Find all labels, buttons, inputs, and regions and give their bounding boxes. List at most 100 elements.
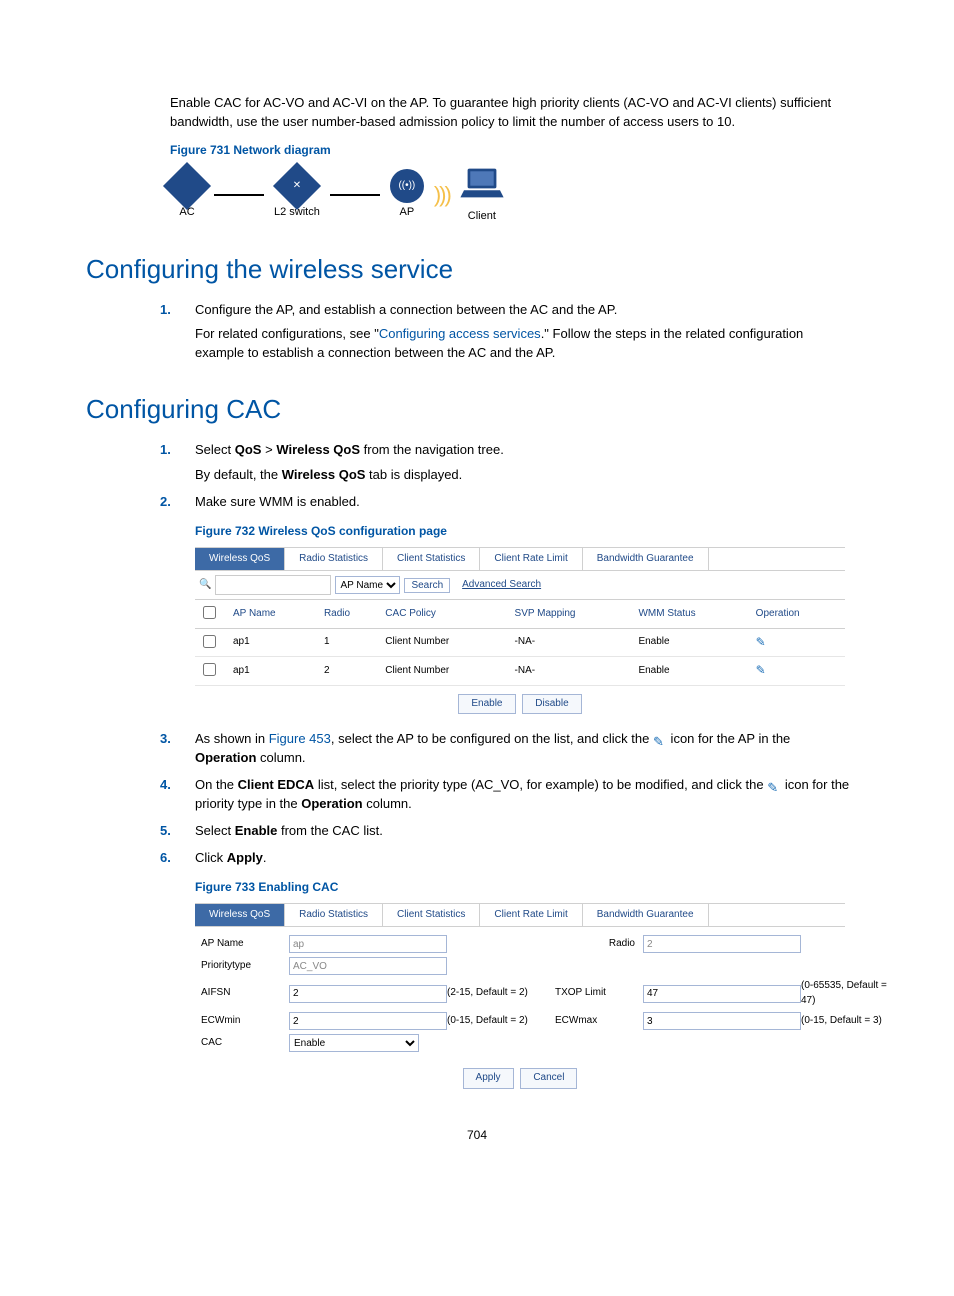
aifsn-hint: (2-15, Default = 2) (447, 986, 547, 1001)
step-number: 4. (160, 776, 171, 795)
tab-client-rate-limit[interactable]: Client Rate Limit (480, 904, 582, 927)
edit-icon: ✎ (767, 779, 781, 793)
link-configuring-access-services[interactable]: Configuring access services (379, 326, 541, 341)
step-text: Select Enable from the CAC list. (195, 823, 383, 838)
intro-paragraph: Enable CAC for AC-VO and AC-VI on the AP… (170, 94, 854, 132)
step-number: 5. (160, 822, 171, 841)
ecwmin-label: ECWmin (201, 1014, 281, 1029)
figure-733-panel: Wireless QoS Radio Statistics Client Sta… (195, 903, 845, 1097)
link-figure-453[interactable]: Figure 453 (269, 731, 331, 746)
cac-label: CAC (201, 1036, 281, 1051)
cac-step: 6.Click Apply. (195, 847, 854, 870)
tab-radio-statistics[interactable]: Radio Statistics (285, 548, 383, 571)
search-icon: 🔍 (199, 578, 211, 593)
col-cac-policy: CAC Policy (381, 600, 510, 628)
qos-table: AP Name Radio CAC Policy SVP Mapping WMM… (195, 600, 845, 686)
tab-client-statistics[interactable]: Client Statistics (383, 904, 480, 927)
step-text: Click Apply. (195, 850, 267, 865)
figure-732-panel: Wireless QoS Radio Statistics Client Sta… (195, 547, 845, 723)
aifsn-label: AIFSN (201, 986, 281, 1001)
step-text-followup: By default, the Wireless QoS tab is disp… (195, 466, 854, 485)
table-row: ap1 1 Client Number -NA- Enable ✎ (195, 628, 845, 657)
cell-wmm: Enable (634, 657, 751, 686)
search-input[interactable] (215, 575, 331, 595)
enable-button[interactable]: Enable (458, 694, 515, 715)
ecwmax-label: ECWmax (555, 1014, 635, 1029)
cell-wmm: Enable (634, 628, 751, 657)
wireless-waves-icon: ))) (434, 184, 450, 206)
ap-label: AP (400, 205, 415, 221)
table-row: ap1 2 Client Number -NA- Enable ✎ (195, 657, 845, 686)
cell-svp: -NA- (511, 628, 635, 657)
cancel-button[interactable]: Cancel (520, 1068, 577, 1089)
col-operation: Operation (752, 600, 845, 628)
tab-bandwidth-guarantee[interactable]: Bandwidth Guarantee (583, 548, 709, 571)
switch-icon (280, 169, 314, 203)
apply-button[interactable]: Apply (463, 1068, 514, 1089)
row-checkbox[interactable] (203, 635, 216, 648)
ecwmax-hint: (0-15, Default = 3) (801, 1014, 901, 1029)
section-wireless-service-title: Configuring the wireless service (86, 251, 854, 289)
step-text: Make sure WMM is enabled. (195, 494, 360, 509)
search-button[interactable]: Search (404, 578, 450, 593)
row-checkbox[interactable] (203, 663, 216, 676)
aifsn-field[interactable] (289, 985, 447, 1003)
tab-bar: Wireless QoS Radio Statistics Client Sta… (195, 548, 845, 572)
tab-wireless-qos[interactable]: Wireless QoS (195, 548, 285, 571)
step-text: As shown in Figure 453, select the AP to… (195, 731, 790, 765)
step-text-followup: For related configurations, see " (195, 326, 379, 341)
ecwmin-hint: (0-15, Default = 2) (447, 1014, 547, 1029)
txop-label: TXOP Limit (555, 986, 635, 1001)
disable-button[interactable]: Disable (522, 694, 581, 715)
link-line (330, 194, 380, 196)
step-1: 1. Configure the AP, and establish a con… (195, 299, 854, 366)
tab-client-rate-limit[interactable]: Client Rate Limit (480, 548, 582, 571)
cac-step: 4.On the Client EDCA list, select the pr… (195, 774, 854, 816)
cell-ap-name: ap1 (229, 628, 320, 657)
ap-name-label: AP Name (201, 937, 281, 952)
prioritytype-label: Prioritytype (201, 959, 281, 974)
cac-step-1: 1. Select QoS > Wireless QoS from the na… (195, 439, 854, 487)
edit-icon[interactable]: ✎ (756, 635, 766, 649)
cell-cac-policy: Client Number (381, 657, 510, 686)
cac-select[interactable]: Enable (289, 1034, 419, 1052)
ac-icon (170, 169, 204, 203)
tab-wireless-qos[interactable]: Wireless QoS (195, 904, 285, 927)
advanced-search-link[interactable]: Advanced Search (454, 578, 541, 593)
figure-733-caption: Figure 733 Enabling CAC (195, 879, 854, 896)
search-field-select[interactable]: AP Name (335, 576, 400, 594)
ap-name-field (289, 935, 447, 953)
col-svp-mapping: SVP Mapping (511, 600, 635, 628)
txop-hint: (0-65535, Default = 47) (801, 979, 901, 1008)
cell-ap-name: ap1 (229, 657, 320, 686)
ecwmin-field[interactable] (289, 1012, 447, 1030)
tab-radio-statistics[interactable]: Radio Statistics (285, 904, 383, 927)
link-line (214, 194, 264, 196)
tab-bandwidth-guarantee[interactable]: Bandwidth Guarantee (583, 904, 709, 927)
page-number: 704 (100, 1127, 854, 1144)
edit-icon[interactable]: ✎ (756, 663, 766, 677)
ap-icon: ((•)) (390, 169, 424, 203)
figure-731-caption: Figure 731 Network diagram (170, 142, 854, 159)
cell-cac-policy: Client Number (381, 628, 510, 657)
figure-732-caption: Figure 732 Wireless QoS configuration pa… (195, 523, 854, 540)
ecwmax-field[interactable] (643, 1012, 801, 1030)
step-number: 3. (160, 730, 171, 749)
step-text: On the Client EDCA list, select the prio… (195, 777, 849, 811)
tab-client-statistics[interactable]: Client Statistics (383, 548, 480, 571)
step-text: Configure the AP, and establish a connec… (195, 302, 617, 317)
cac-step: 3.As shown in Figure 453, select the AP … (195, 728, 854, 770)
select-all-checkbox[interactable] (203, 606, 216, 619)
laptop-icon (460, 165, 504, 207)
cell-radio: 2 (320, 657, 381, 686)
radio-label: Radio (555, 937, 635, 952)
col-ap-name: AP Name (229, 600, 320, 628)
edit-icon: ✎ (653, 733, 667, 747)
step-number: 2. (160, 493, 171, 512)
step-text: Select QoS > Wireless QoS from the navig… (195, 442, 504, 457)
cell-radio: 1 (320, 628, 381, 657)
cell-svp: -NA- (511, 657, 635, 686)
col-wmm-status: WMM Status (634, 600, 751, 628)
txop-field[interactable] (643, 985, 801, 1003)
client-label: Client (468, 209, 496, 225)
